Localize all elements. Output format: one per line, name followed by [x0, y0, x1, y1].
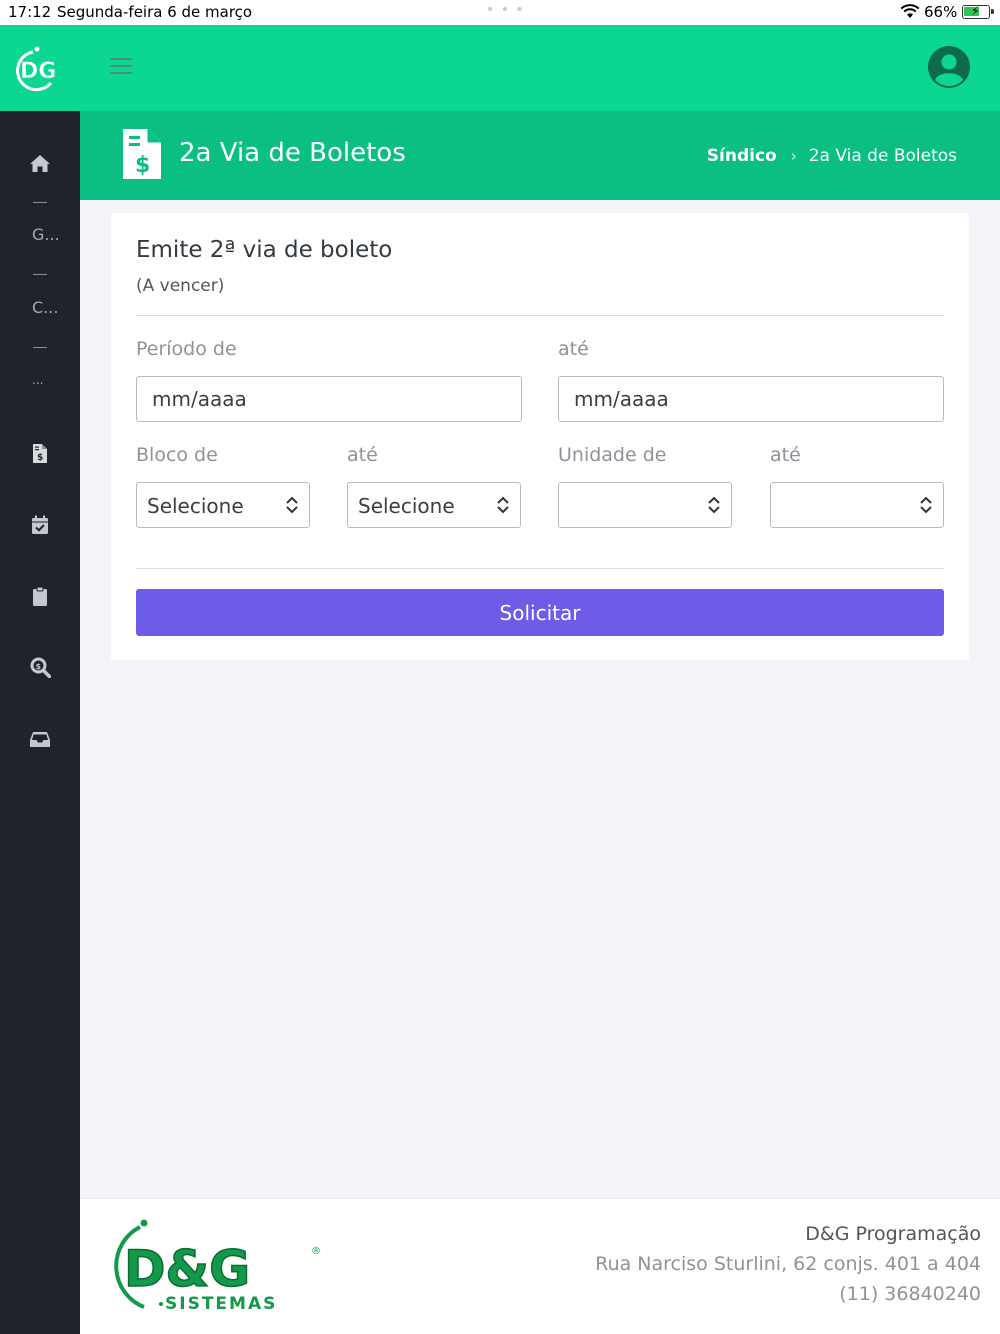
dg-sistemas-logo: D&G ® SISTEMAS — [114, 1219, 321, 1314]
unidade-ate-select[interactable] — [770, 482, 944, 528]
unidade-de-label: Unidade de — [558, 444, 667, 466]
bloco-de-label: Bloco de — [136, 444, 218, 466]
chevron-updown-icon — [708, 496, 720, 514]
periodo-ate-label: até — [558, 338, 589, 360]
top-navbar: DG — [0, 25, 1000, 111]
inbox-icon — [30, 731, 50, 747]
chevron-updown-icon — [920, 496, 932, 514]
svg-text:®: ® — [311, 1246, 321, 1257]
page-title: 2a Via de Boletos — [179, 138, 406, 168]
wifi-icon — [900, 4, 920, 18]
logo-text: DG — [20, 59, 56, 84]
multitasking-dots-icon[interactable]: • • • — [486, 2, 525, 18]
breadcrumb-sindico[interactable]: Síndico — [707, 146, 777, 166]
footer-address: Rua Narciso Sturlini, 62 conjs. 401 a 40… — [595, 1253, 981, 1275]
sidebar-item-c[interactable]: C... — [32, 298, 58, 317]
footer-logo-text: D&G — [124, 1240, 250, 1298]
form-divider — [136, 568, 944, 569]
sidebar-item-g[interactable]: G... — [32, 225, 60, 244]
chevron-updown-icon — [497, 496, 509, 514]
dg-logo[interactable]: DG — [11, 45, 63, 93]
svg-text:$: $ — [135, 153, 150, 178]
sidebar-item-home[interactable] — [0, 151, 80, 175]
bloco-de-value: Selecione — [147, 494, 244, 518]
sidebar-item-consulta-financeira[interactable]: $ — [0, 655, 80, 679]
form-divider — [136, 315, 944, 316]
sidebar: G... C... ... $ $ — [0, 111, 80, 1334]
boleto-form-card: Emite 2ª via de boleto (A vencer) Períod… — [111, 213, 969, 660]
status-time: 17:12 — [8, 3, 52, 21]
sidebar-item-ocorrencias[interactable] — [0, 584, 80, 608]
status-bar: 17:12 Segunda-feira 6 de março • • • 66%… — [0, 0, 1000, 25]
sidebar-item-more[interactable]: ... — [32, 373, 43, 387]
sidebar-item-caixa-entrada[interactable] — [0, 727, 80, 751]
calendar-check-icon — [32, 515, 48, 534]
home-icon — [30, 154, 50, 172]
invoice-dollar-icon: $ — [123, 129, 161, 179]
unidade-de-select[interactable] — [558, 482, 732, 528]
svg-text:$: $ — [37, 453, 43, 463]
periodo-ate-input[interactable] — [558, 376, 944, 422]
chevron-updown-icon — [286, 496, 298, 514]
chevron-right-icon: › — [790, 147, 797, 165]
solicitar-button[interactable]: Solicitar — [136, 589, 944, 636]
battery-icon: ⚡ — [962, 4, 994, 19]
user-avatar-icon[interactable] — [928, 46, 970, 88]
footer-logo-sub: SISTEMAS — [165, 1294, 277, 1314]
form-title: Emite 2ª via de boleto — [136, 237, 393, 263]
sidebar-divider — [33, 274, 47, 275]
sidebar-item-boletos[interactable]: $ — [0, 441, 80, 465]
clipboard-icon — [33, 586, 47, 606]
bloco-de-select[interactable]: Selecione — [136, 482, 310, 528]
unidade-ate-label: até — [770, 444, 801, 466]
svg-text:$: $ — [35, 662, 41, 671]
breadcrumb-current: 2a Via de Boletos — [808, 146, 957, 166]
breadcrumb: Síndico › 2a Via de Boletos — [707, 146, 957, 166]
hamburger-menu-icon[interactable] — [110, 58, 132, 78]
footer-company: D&G Programação — [805, 1223, 981, 1245]
periodo-de-input[interactable] — [136, 376, 522, 422]
sidebar-divider — [33, 202, 47, 203]
periodo-de-label: Período de — [136, 338, 237, 360]
sidebar-item-agenda[interactable] — [0, 513, 80, 537]
bloco-ate-label: até — [347, 444, 378, 466]
bloco-ate-value: Selecione — [358, 494, 455, 518]
footer-phone[interactable]: (11) 36840240 — [839, 1283, 981, 1305]
bloco-ate-select[interactable]: Selecione — [347, 482, 521, 528]
invoice-icon: $ — [33, 443, 47, 463]
battery-percentage: 66% — [924, 3, 958, 21]
footer: D&G ® SISTEMAS D&G Programação Rua Narci… — [80, 1198, 1000, 1334]
sidebar-divider — [33, 347, 47, 348]
form-subtitle: (A vencer) — [136, 276, 225, 296]
status-date: Segunda-feira 6 de março — [57, 3, 253, 21]
page-header: $ 2a Via de Boletos Síndico › 2a Via de … — [80, 111, 1000, 200]
search-dollar-icon: $ — [30, 657, 51, 678]
